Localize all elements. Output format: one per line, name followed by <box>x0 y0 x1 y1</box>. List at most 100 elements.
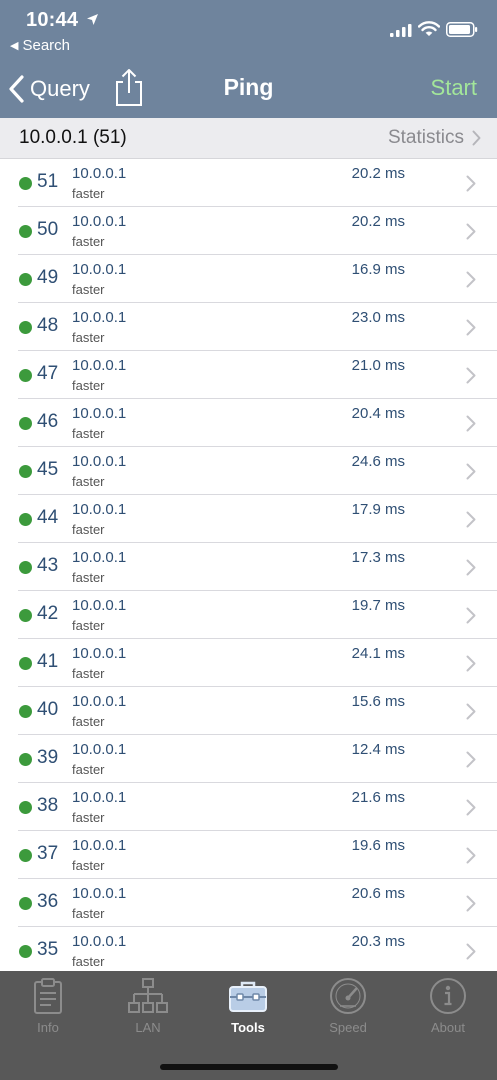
speedometer-icon <box>330 978 366 1014</box>
ping-row[interactable]: 46 10.0.0.1 faster 20.4 ms <box>0 399 497 447</box>
toolbox-icon <box>229 981 267 1012</box>
chevron-right-icon <box>472 130 481 146</box>
ping-row[interactable]: 37 10.0.0.1 faster 19.6 ms <box>0 831 497 879</box>
sequence-number: 44 <box>37 507 59 528</box>
host-address: 10.0.0.1 <box>72 309 127 326</box>
chevron-right-icon <box>466 943 476 960</box>
ping-status: faster <box>72 234 105 249</box>
ping-status: faster <box>72 618 105 633</box>
ping-row[interactable]: 50 10.0.0.1 faster 20.2 ms <box>0 207 497 255</box>
ping-status: faster <box>72 666 105 681</box>
info-circle-icon <box>430 978 466 1014</box>
sequence-number: 42 <box>37 603 59 624</box>
chevron-right-icon <box>466 223 476 240</box>
ping-status: faster <box>72 330 105 345</box>
ping-status: faster <box>72 186 105 201</box>
response-time: 19.6 ms <box>351 837 405 854</box>
tab-speed[interactable]: Speed <box>303 977 393 1035</box>
ping-status: faster <box>72 474 105 489</box>
response-time: 17.3 ms <box>351 549 405 566</box>
status-dot <box>19 657 32 670</box>
ping-row[interactable]: 38 10.0.0.1 faster 21.6 ms <box>0 783 497 831</box>
sequence-number: 40 <box>37 699 59 720</box>
status-time: 10:44 <box>26 9 79 31</box>
host-address: 10.0.0.1 <box>72 213 127 230</box>
sequence-number: 41 <box>37 651 59 672</box>
sequence-number: 37 <box>37 843 59 864</box>
ping-status: faster <box>72 522 105 537</box>
sequence-number: 50 <box>37 219 59 240</box>
status-dot <box>19 945 32 958</box>
status-dot <box>19 321 32 334</box>
tab-lan[interactable]: LAN <box>103 977 193 1035</box>
status-dot <box>19 369 32 382</box>
ping-results-list: 51 10.0.0.1 faster 20.2 ms 50 10.0.0.1 faster 2… <box>0 159 497 975</box>
status-dot <box>19 705 32 718</box>
host-address: 10.0.0.1 <box>72 549 127 566</box>
back-to-app-label: Search <box>22 37 70 54</box>
tab-tools-label: Tools <box>231 1020 265 1035</box>
tab-speed-label: Speed <box>329 1020 367 1035</box>
host-address: 10.0.0.1 <box>72 789 127 806</box>
ping-row[interactable]: 47 10.0.0.1 faster 21.0 ms <box>0 351 497 399</box>
host-address: 10.0.0.1 <box>72 405 127 422</box>
cellular-signal-icon <box>390 24 412 37</box>
page-title: Ping <box>223 74 274 100</box>
ping-row[interactable]: 36 10.0.0.1 faster 20.6 ms <box>0 879 497 927</box>
host-address: 10.0.0.1 <box>72 453 127 470</box>
response-time: 23.0 ms <box>351 309 405 326</box>
status-dot <box>19 753 32 766</box>
status-dot <box>19 465 32 478</box>
status-dot <box>19 849 32 862</box>
chevron-right-icon <box>466 175 476 192</box>
ping-row[interactable]: 40 10.0.0.1 faster 15.6 ms <box>0 687 497 735</box>
ping-row[interactable]: 35 10.0.0.1 faster 20.3 ms <box>0 927 497 975</box>
ping-status: faster <box>72 954 105 969</box>
status-dot <box>19 417 32 430</box>
response-time: 20.4 ms <box>351 405 405 422</box>
host-address: 10.0.0.1 <box>72 741 127 758</box>
ping-status: faster <box>72 858 105 873</box>
location-arrow-icon <box>87 14 98 25</box>
response-time: 17.9 ms <box>351 501 405 518</box>
tab-about[interactable]: About <box>403 977 493 1035</box>
sequence-number: 36 <box>37 891 59 912</box>
ping-status: faster <box>72 570 105 585</box>
chevron-right-icon <box>466 271 476 288</box>
sequence-number: 43 <box>37 555 59 576</box>
ping-row[interactable]: 51 10.0.0.1 faster 20.2 ms <box>0 159 497 207</box>
host-address: 10.0.0.1 <box>72 693 127 710</box>
host-address: 10.0.0.1 <box>72 597 127 614</box>
response-time: 12.4 ms <box>351 741 405 758</box>
host-address: 10.0.0.1 <box>72 165 127 182</box>
home-indicator[interactable] <box>160 1064 338 1070</box>
start-button[interactable]: Start <box>431 75 477 101</box>
host-address: 10.0.0.1 <box>72 933 127 950</box>
ping-row[interactable]: 44 10.0.0.1 faster 17.9 ms <box>0 495 497 543</box>
chevron-right-icon <box>466 847 476 864</box>
back-to-app-link[interactable]: ◀ Search <box>10 37 70 54</box>
response-time: 20.6 ms <box>351 885 405 902</box>
chevron-right-icon <box>466 319 476 336</box>
ping-row[interactable]: 41 10.0.0.1 faster 24.1 ms <box>0 639 497 687</box>
response-time: 21.6 ms <box>351 789 405 806</box>
ping-row[interactable]: 42 10.0.0.1 faster 19.7 ms <box>0 591 497 639</box>
response-time: 19.7 ms <box>351 597 405 614</box>
sequence-number: 46 <box>37 411 59 432</box>
ping-row[interactable]: 49 10.0.0.1 faster 16.9 ms <box>0 255 497 303</box>
clipboard-icon <box>34 978 62 1014</box>
ping-row[interactable]: 45 10.0.0.1 faster 24.6 ms <box>0 447 497 495</box>
ping-status: faster <box>72 426 105 441</box>
ping-row[interactable]: 43 10.0.0.1 faster 17.3 ms <box>0 543 497 591</box>
ping-row[interactable]: 39 10.0.0.1 faster 12.4 ms <box>0 735 497 783</box>
host-address: 10.0.0.1 <box>72 501 127 518</box>
chevron-right-icon <box>466 703 476 720</box>
tab-tools[interactable]: Tools <box>203 977 293 1035</box>
tab-info[interactable]: Info <box>3 977 93 1035</box>
status-dot <box>19 801 32 814</box>
ping-row[interactable]: 48 10.0.0.1 faster 23.0 ms <box>0 303 497 351</box>
ping-status: faster <box>72 810 105 825</box>
statistics-button[interactable]: Statistics <box>388 127 481 149</box>
chevron-right-icon <box>466 463 476 480</box>
chevron-right-icon <box>466 655 476 672</box>
